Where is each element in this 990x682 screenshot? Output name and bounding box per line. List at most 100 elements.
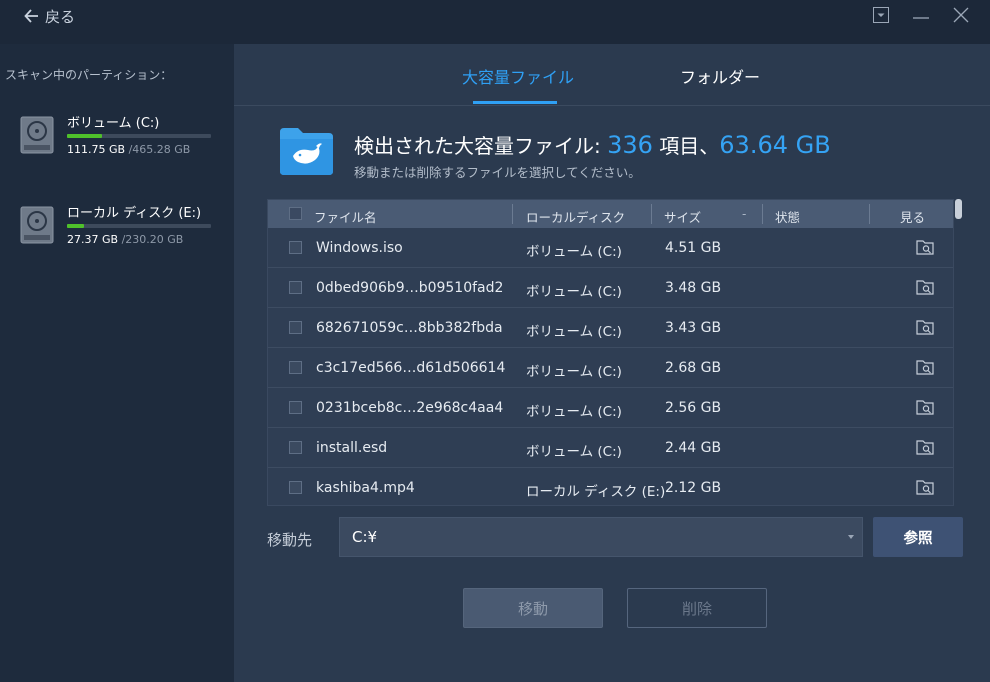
view-folder-icon[interactable] [916,319,934,335]
table-row[interactable]: 0dbed906b9…b09510fad2 ボリューム (C:) 3.48 GB [268,268,953,308]
back-button[interactable]: 戻る [24,5,75,27]
file-name: c3c17ed566…d61d506614 [316,360,506,376]
back-arrow-icon [24,9,38,23]
large-file-table: ファイル名 ローカルディスク サイズ - 状態 見る Windows.iso ボリ… [267,199,954,506]
count-unit: 項目、 [652,134,720,158]
summary-prefix: 検出された大容量ファイル: [354,134,608,158]
minimize-icon [913,17,929,19]
table-row[interactable]: Windows.iso ボリューム (C:) 4.51 GB [268,228,953,268]
row-checkbox[interactable] [289,361,302,374]
tab-bar: 大容量ファイル フォルダー [234,44,990,106]
column-divider [512,204,513,224]
file-size: 2.44 GB [665,440,722,456]
file-location: ボリューム (C:) [526,284,622,300]
destination-label: 移動先 [267,531,313,549]
view-folder-icon[interactable] [916,399,934,415]
dropdown-menu-icon [873,7,889,23]
usage-bar [67,134,211,138]
file-location: ボリューム (C:) [526,444,622,460]
view-folder-icon[interactable] [916,439,934,455]
row-checkbox[interactable] [289,481,302,494]
close-button[interactable] [948,4,974,26]
title-bar: 戻る [0,0,990,44]
sort-indicator: - [742,207,747,221]
column-divider [869,204,870,224]
table-row[interactable]: 0231bceb8c…2e968c4aa4 ボリューム (C:) 2.56 GB [268,388,953,428]
table-row[interactable]: kashiba4.mp4 ローカル ディスク (E:) 2.12 GB [268,468,953,505]
destination-path-select[interactable]: C:¥ [339,517,863,557]
minimize-button[interactable] [908,4,934,26]
column-divider [651,204,652,224]
column-header-location[interactable]: ローカルディスク [526,207,625,226]
disk-drive-icon [20,116,54,154]
table-row[interactable]: c3c17ed566…d61d506614 ボリューム (C:) 2.68 GB [268,348,953,388]
browse-button[interactable]: 参照 [873,517,963,557]
file-name: 682671059c…8bb382fbda [316,320,503,336]
row-checkbox[interactable] [289,441,302,454]
dropdown-menu-button[interactable] [868,4,894,26]
row-checkbox[interactable] [289,401,302,414]
column-header-size[interactable]: サイズ [664,207,701,226]
partition-total: /465.28 GB [128,143,191,156]
file-size: 2.68 GB [665,360,722,376]
partition-item-c[interactable]: ボリューム (C:) 111.75 GB /465.28 GB [20,112,220,168]
partition-size: 111.75 GB /465.28 GB [67,143,190,156]
chevron-down-icon [848,535,854,539]
move-button[interactable]: 移動 [463,588,603,628]
view-folder-icon[interactable] [916,239,934,255]
partition-item-e[interactable]: ローカル ディスク (E:) 27.37 GB /230.20 GB [20,202,220,258]
view-folder-icon[interactable] [916,479,934,495]
disk-drive-icon [20,206,54,244]
usage-bar [67,224,211,228]
file-location: ボリューム (C:) [526,364,622,380]
file-name: install.esd [316,440,388,456]
sidebar: スキャン中のパーティション： ボリューム (C:) 111.75 GB /465… [0,44,234,682]
view-folder-icon[interactable] [916,359,934,375]
scan-summary: 検出された大容量ファイル: 336 項目、63.64 GB [354,130,831,159]
table-row[interactable]: 682671059c…8bb382fbda ボリューム (C:) 3.43 GB [268,308,953,348]
file-size: 3.43 GB [665,320,722,336]
file-size: 3.48 GB [665,280,722,296]
instruction-text: 移動または削除するファイルを選択してください。 [354,165,641,180]
table-scrollbar[interactable] [954,199,962,506]
row-checkbox[interactable] [289,281,302,294]
tab-folders[interactable]: フォルダー [680,64,760,88]
column-header-name[interactable]: ファイル名 [314,207,377,226]
file-name: kashiba4.mp4 [316,480,415,496]
partition-size: 27.37 GB /230.20 GB [67,233,183,246]
sidebar-title: スキャン中のパーティション： [5,68,173,82]
partition-used: 111.75 GB [67,143,126,156]
column-divider [762,204,763,224]
partition-name: ローカル ディスク (E:) [67,206,202,221]
table-scrollbar-thumb[interactable] [955,199,962,219]
close-icon [953,7,969,23]
total-size: 63.64 GB [719,131,831,159]
destination-path-value: C:¥ [352,528,378,546]
table-header: ファイル名 ローカルディスク サイズ - 状態 見る [268,200,953,228]
row-checkbox[interactable] [289,241,302,254]
file-size: 4.51 GB [665,240,722,256]
back-label: 戻る [45,7,76,26]
column-header-view: 見る [900,210,926,225]
partition-total: /230.20 GB [121,233,184,246]
column-header-status[interactable]: 状態 [775,207,800,226]
file-size: 2.56 GB [665,400,722,416]
tab-large-files[interactable]: 大容量ファイル [462,64,574,88]
partition-used: 27.37 GB [67,233,119,246]
file-name: 0dbed906b9…b09510fad2 [316,280,504,296]
file-location: ボリューム (C:) [526,244,622,260]
folder-whale-icon [280,128,333,175]
row-checkbox[interactable] [289,321,302,334]
file-name: Windows.iso [316,240,403,256]
main-panel: 大容量ファイル フォルダー 検出された大容量ファイル: 336 項目、63.64… [234,44,990,682]
file-size: 2.12 GB [665,480,722,496]
file-location: ローカル ディスク (E:) [526,484,666,500]
select-all-checkbox[interactable] [289,207,302,220]
delete-button[interactable]: 削除 [627,588,767,628]
partition-name: ボリューム (C:) [67,116,160,131]
file-name: 0231bceb8c…2e968c4aa4 [316,400,504,416]
view-folder-icon[interactable] [916,279,934,295]
active-tab-indicator [473,101,557,104]
table-row[interactable]: install.esd ボリューム (C:) 2.44 GB [268,428,953,468]
usage-bar-fill [67,224,85,228]
